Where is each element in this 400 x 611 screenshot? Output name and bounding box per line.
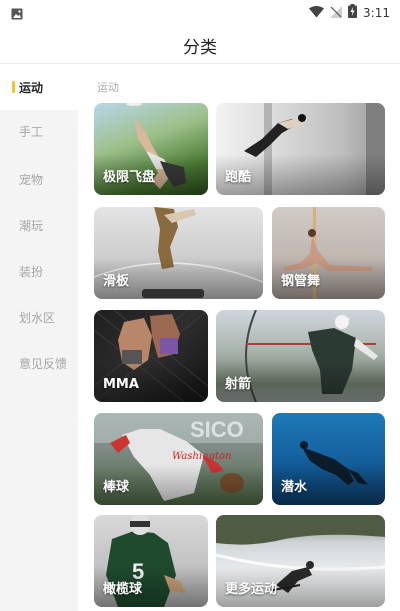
page-title: 分类 <box>183 38 217 58</box>
card-label: 跑酷 <box>225 170 252 185</box>
category-card-more-sports[interactable]: 更多运动 <box>216 515 385 607</box>
section-title: 运动 <box>97 81 119 94</box>
card-label: 棒球 <box>103 480 130 495</box>
category-sidebar: 运动 手工 宠物 潮玩 装扮 划水区 意见反馈 <box>0 64 78 611</box>
category-card-baseball[interactable]: SICO Washington 棒球 <box>94 413 263 505</box>
category-card-mma[interactable]: MMA <box>94 310 208 402</box>
card-label: 更多运动 <box>225 582 278 597</box>
category-card-archery[interactable]: 射箭 <box>216 310 385 402</box>
wifi-icon <box>309 3 325 22</box>
card-label: 橄榄球 <box>103 582 143 597</box>
sidebar-item-handcraft[interactable]: 手工 <box>0 108 78 154</box>
no-signal-icon <box>330 3 343 22</box>
status-icons: 3:11 <box>309 3 390 22</box>
sidebar-item-pets[interactable]: 宠物 <box>0 156 78 202</box>
category-card-ultimate-frisbee[interactable]: 极限飞盘 <box>94 103 208 195</box>
active-indicator <box>12 81 15 93</box>
sidebar-item-label: 意见反馈 <box>19 356 68 371</box>
category-card-pole-dance[interactable]: 钢管舞 <box>272 207 385 299</box>
card-label: 潜水 <box>281 480 308 495</box>
card-label: 射箭 <box>225 377 252 392</box>
card-label: 滑板 <box>103 274 130 289</box>
category-card-diving[interactable]: 潜水 <box>272 413 385 505</box>
sidebar-item-sports[interactable]: 运动 <box>0 64 78 110</box>
category-card-parkour[interactable]: 跑酷 <box>216 103 385 195</box>
title-bar: 分类 <box>0 24 400 64</box>
status-bar: 3:11 <box>0 0 400 24</box>
svg-text:SICO: SICO <box>190 417 244 442</box>
card-label: 极限飞盘 <box>103 170 156 185</box>
sidebar-item-trendy-toys[interactable]: 潮玩 <box>0 202 78 248</box>
status-time: 3:11 <box>363 5 390 20</box>
card-label: MMA <box>103 377 139 392</box>
image-icon <box>11 5 23 24</box>
svg-text:Washington: Washington <box>172 451 231 462</box>
card-label: 钢管舞 <box>281 274 321 289</box>
battery-charging-icon <box>348 3 358 22</box>
sidebar-item-dress-up[interactable]: 装扮 <box>0 248 78 294</box>
sidebar-item-slacking-zone[interactable]: 划水区 <box>0 294 78 340</box>
sidebar-item-label: 装扮 <box>19 264 44 279</box>
sidebar-item-label: 运动 <box>19 80 44 95</box>
sidebar-item-label: 潮玩 <box>19 218 44 233</box>
sidebar-item-feedback[interactable]: 意见反馈 <box>0 340 78 386</box>
sidebar-item-label: 划水区 <box>19 310 56 325</box>
sidebar-item-label: 宠物 <box>19 172 44 187</box>
sidebar-item-label: 手工 <box>19 124 44 139</box>
category-card-skateboard[interactable]: 滑板 <box>94 207 263 299</box>
category-card-rugby[interactable]: 5 橄榄球 <box>94 515 208 607</box>
